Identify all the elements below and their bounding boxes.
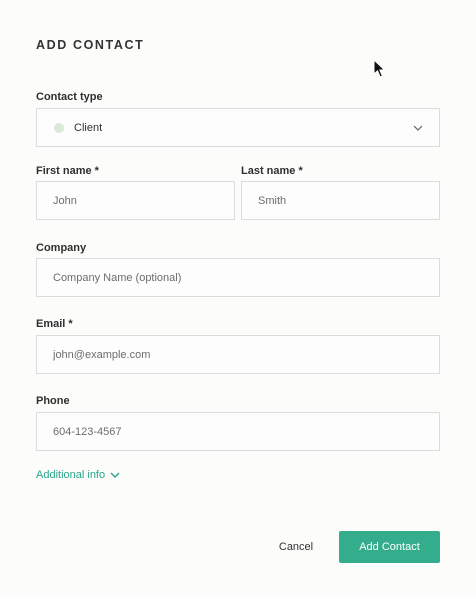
email-field-wrapper (36, 335, 440, 374)
additional-info-toggle[interactable]: Additional info (36, 469, 120, 481)
add-contact-button[interactable]: Add Contact (339, 531, 440, 563)
phone-field-wrapper (36, 412, 440, 451)
first-name-input[interactable] (37, 182, 234, 219)
contact-type-value: Client (74, 121, 103, 134)
first-name-field-wrapper (36, 181, 235, 220)
phone-label: Phone (36, 395, 70, 407)
contact-type-label: Contact type (36, 91, 103, 103)
company-label: Company (36, 242, 87, 254)
contact-type-color-dot (54, 122, 64, 133)
chevron-down-icon (409, 119, 427, 137)
mouse-cursor-icon (373, 59, 386, 78)
company-input[interactable] (37, 259, 439, 296)
phone-input[interactable] (37, 413, 439, 450)
contact-type-select[interactable]: Client (36, 108, 440, 147)
additional-info-label: Additional info (36, 469, 106, 481)
dialog-title: ADD CONTACT (36, 38, 145, 52)
company-field-wrapper (36, 258, 440, 297)
last-name-input[interactable] (242, 182, 439, 219)
add-contact-dialog: ADD CONTACT Contact type Client First na… (0, 0, 476, 596)
first-name-label: First name * (36, 165, 99, 177)
last-name-field-wrapper (241, 181, 440, 220)
chevron-down-icon (110, 472, 120, 478)
email-input[interactable] (37, 336, 439, 373)
last-name-label: Last name * (241, 165, 303, 177)
email-label: Email * (36, 318, 73, 330)
cancel-button[interactable]: Cancel (268, 531, 324, 562)
